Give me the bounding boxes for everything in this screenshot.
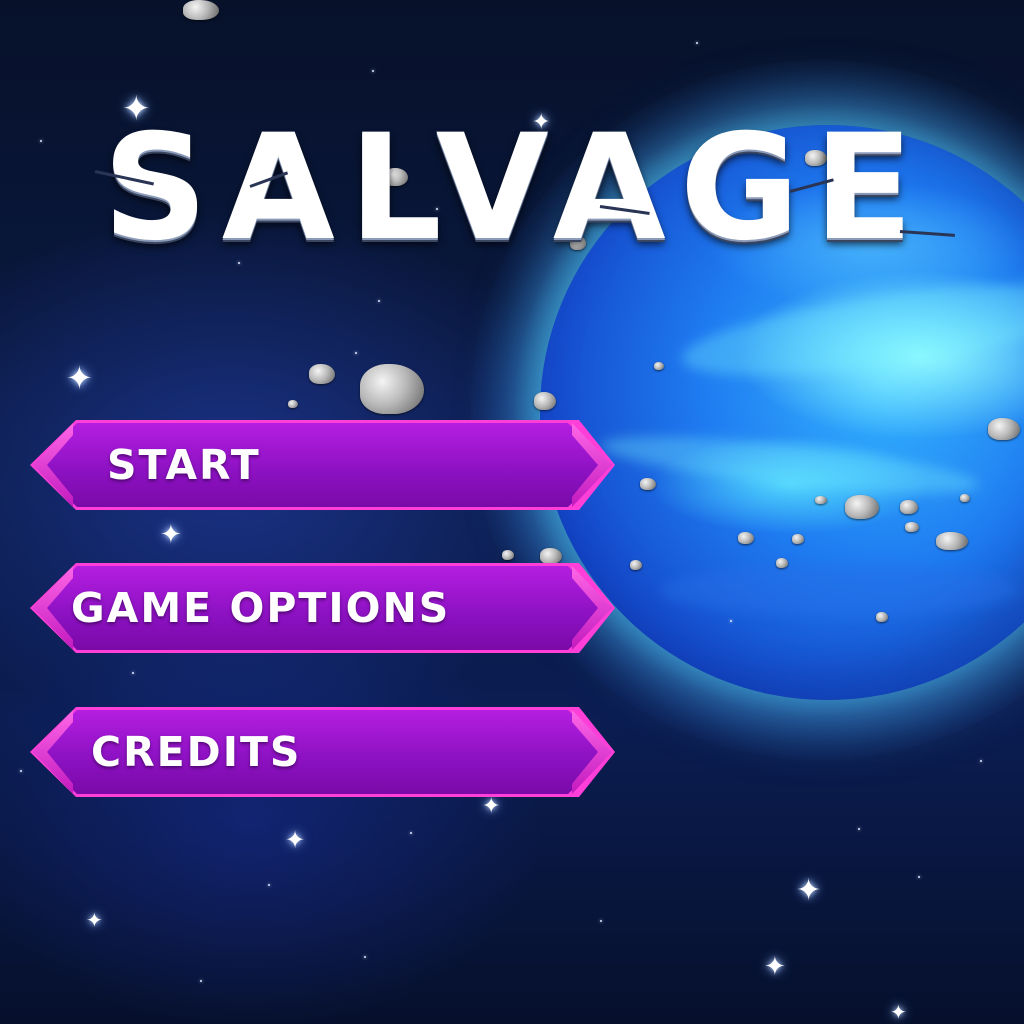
asteroid-icon [183,0,219,20]
asteroid-icon [738,532,754,544]
star-icon: ✦ [482,794,501,819]
asteroid-icon [792,534,804,544]
asteroid-icon [815,496,827,504]
star-icon: ✦ [160,520,182,550]
star-icon: ✦ [86,908,103,932]
asteroid-icon [905,522,919,532]
start-button[interactable]: START [30,420,615,510]
star-icon: ✦ [66,359,93,397]
star-icon: ✦ [890,1000,907,1024]
asteroid-icon [654,362,664,370]
credits-label: CREDITS [91,728,302,776]
asteroid-icon [540,548,562,564]
asteroid-icon [630,560,642,570]
star-icon: ✦ [285,826,306,854]
asteroid-icon [936,532,968,550]
asteroid-icon [960,494,970,502]
asteroid-icon [288,400,298,408]
asteroid-icon [360,364,424,414]
asteroid-icon [534,392,556,410]
asteroid-icon [776,558,788,568]
credits-button[interactable]: CREDITS [30,707,615,797]
asteroid-icon [502,550,514,560]
asteroid-icon [900,500,918,514]
asteroid-icon [876,612,888,622]
asteroid-icon [988,418,1020,440]
asteroid-icon [640,478,656,490]
game-options-button[interactable]: GAME OPTIONS [30,563,615,653]
game-options-label: GAME OPTIONS [71,584,451,632]
star-icon: ✦ [796,873,822,908]
start-label: START [107,441,261,489]
space-background: ✦ ✦ ✦ ✦ ✦ ✦ ✦ ✦ ✦ ✦ SALVAGE START GAME O… [0,0,1024,1024]
asteroid-icon [845,495,879,519]
game-title: SALVAGE [102,103,928,273]
star-icon: ✦ [764,952,786,982]
asteroid-icon [309,364,335,384]
